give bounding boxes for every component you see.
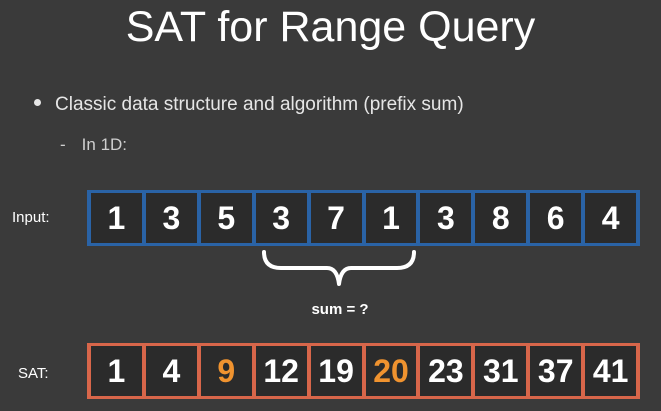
curly-brace-icon bbox=[262, 250, 416, 286]
sat-label: SAT: bbox=[18, 365, 49, 382]
input-cell: 3 bbox=[420, 193, 472, 243]
input-cell: 5 bbox=[200, 193, 252, 243]
input-cell: 7 bbox=[310, 193, 362, 243]
sub-bullet-text: In 1D: bbox=[81, 135, 128, 154]
sub-bullet-dash: - bbox=[60, 135, 66, 154]
sat-cell: 20 bbox=[365, 346, 417, 396]
bullet-item: Classic data structure and algorithm (pr… bbox=[34, 92, 464, 118]
sat-array: 1 4 9 12 19 20 23 31 37 41 bbox=[87, 343, 640, 399]
slide-title: SAT for Range Query bbox=[125, 3, 536, 51]
sat-cell: 41 bbox=[585, 346, 637, 396]
sat-cell: 12 bbox=[255, 346, 307, 396]
input-cell: 3 bbox=[145, 193, 197, 243]
sub-bullet-item: - In 1D: bbox=[60, 133, 127, 157]
input-cell: 1 bbox=[365, 193, 417, 243]
sat-cell: 31 bbox=[475, 346, 527, 396]
bullet-dot-icon bbox=[34, 99, 41, 107]
sat-cell: 4 bbox=[145, 346, 197, 396]
sum-label: sum = ? bbox=[311, 301, 369, 318]
input-array: 1 3 5 3 7 1 3 8 6 4 bbox=[87, 190, 640, 246]
input-label: Input: bbox=[12, 209, 50, 226]
input-cell: 3 bbox=[255, 193, 307, 243]
sat-cell: 1 bbox=[91, 346, 142, 396]
bullet-text: Classic data structure and algorithm (pr… bbox=[55, 94, 464, 115]
input-cell: 4 bbox=[585, 193, 637, 243]
sat-cell: 37 bbox=[530, 346, 582, 396]
sat-cell: 19 bbox=[310, 346, 362, 396]
sat-cell: 9 bbox=[200, 346, 252, 396]
input-cell: 1 bbox=[91, 193, 142, 243]
input-cell: 6 bbox=[530, 193, 582, 243]
input-cell: 8 bbox=[475, 193, 527, 243]
sat-cell: 23 bbox=[420, 346, 472, 396]
